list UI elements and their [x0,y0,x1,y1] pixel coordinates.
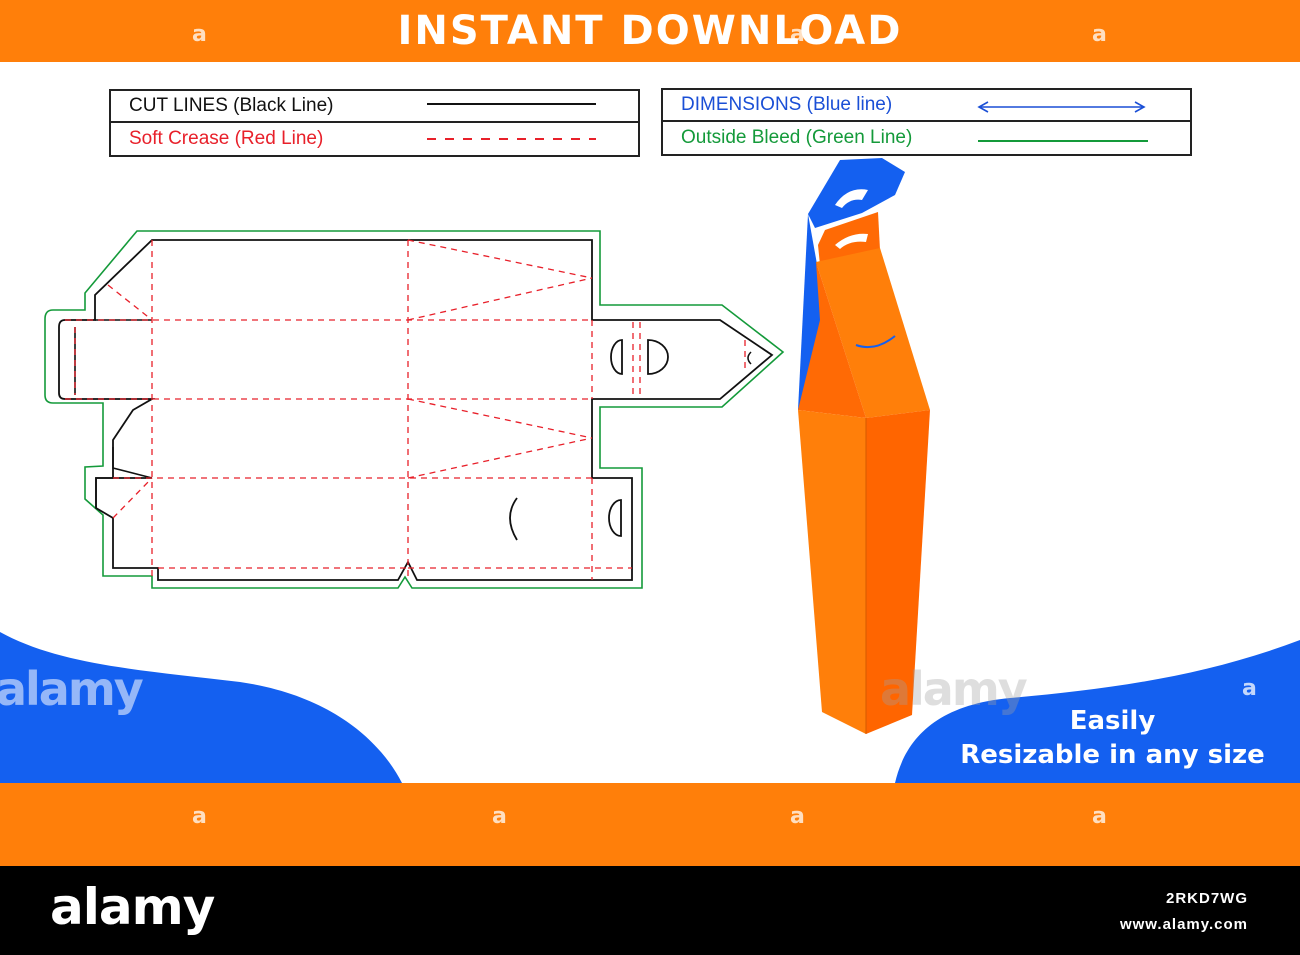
footer-image-id: 2RKD7WG [1165,890,1248,907]
watermark-word: alamy [0,662,144,716]
footer-brand-logo[interactable]: alamy [50,878,215,936]
watermark-letter: a [1092,22,1107,47]
watermark-letter: a [790,804,805,829]
watermark-word: alamy [880,662,1028,716]
watermark-letter: a [790,22,805,47]
watermark-letter: a [492,804,507,829]
watermark-letter: a [1092,804,1107,829]
watermark-letter: a [192,804,207,829]
watermark-letter: a [1242,676,1257,701]
watermark-letter: a [192,22,207,47]
footer-site-link[interactable]: www.alamy.com [1120,916,1248,933]
badge-line-2: Resizable in any size [960,740,1265,770]
box-body-left [798,410,866,734]
footer: alamy 2RKD7WG www.alamy.com [0,866,1300,955]
